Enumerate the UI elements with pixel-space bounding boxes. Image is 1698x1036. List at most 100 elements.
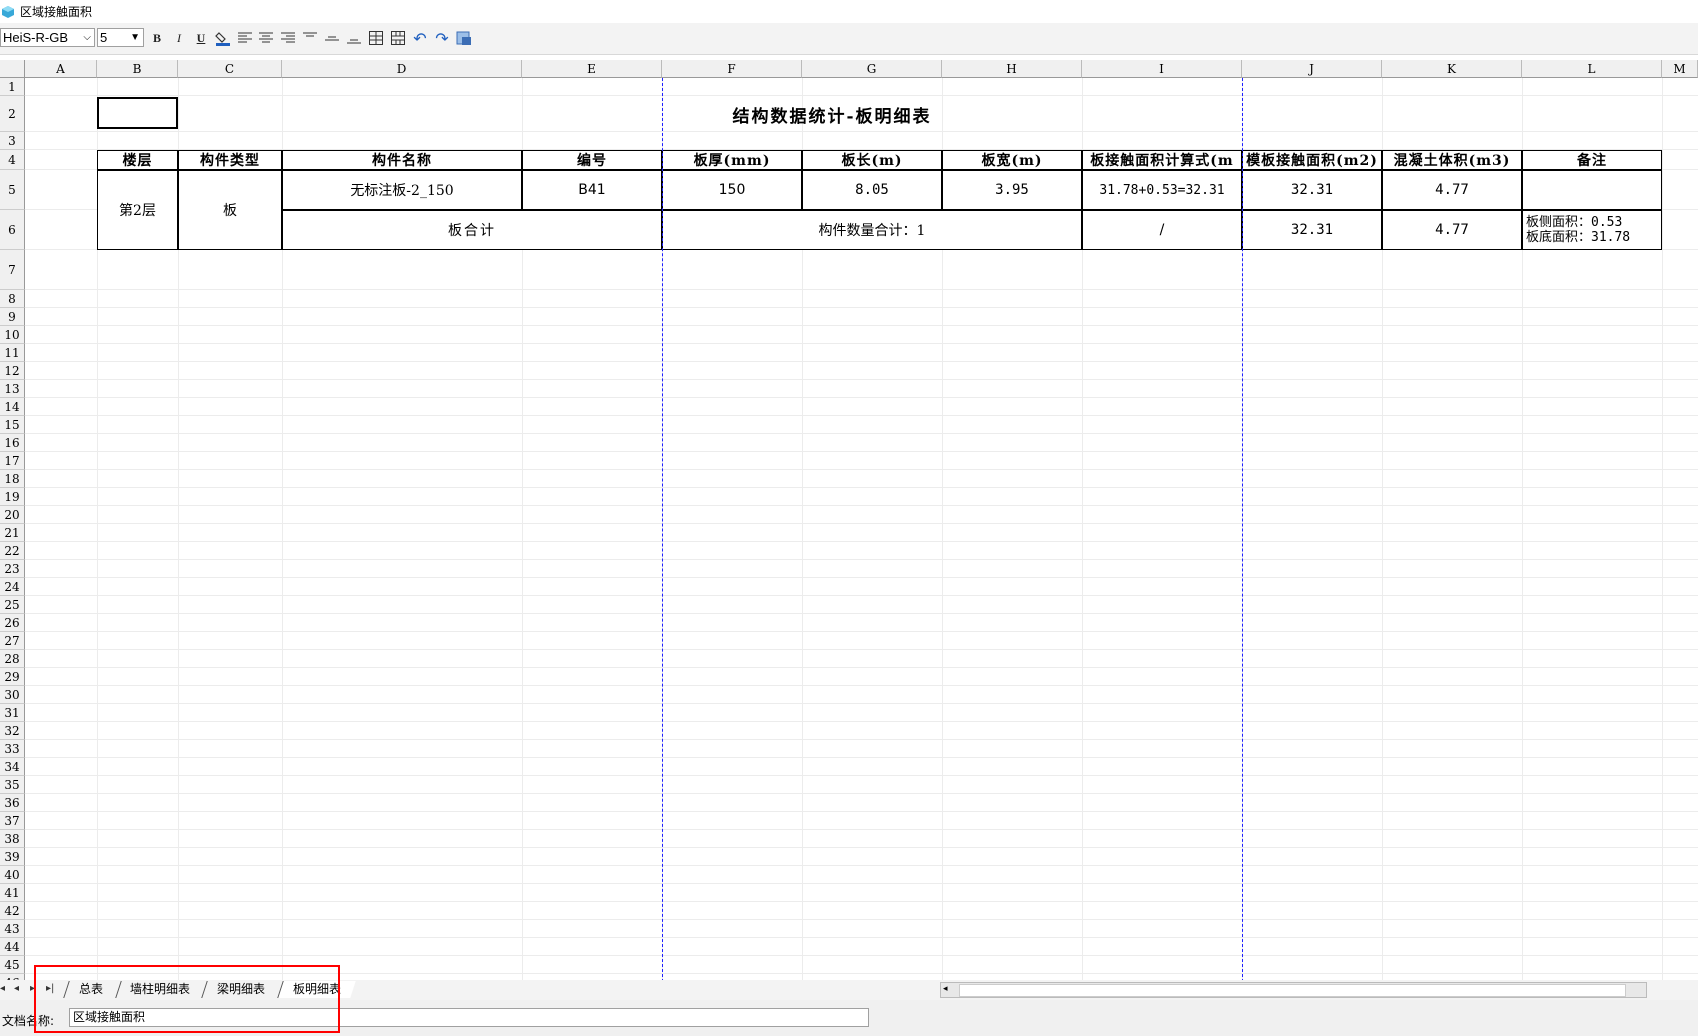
formula-cell[interactable]: 31.78+0.53=32.31 — [1082, 170, 1242, 210]
table-header-cell[interactable]: 模板接触面积(m2) — [1242, 150, 1382, 170]
column-header[interactable]: C — [178, 60, 282, 78]
area-cell[interactable]: 32.31 — [1242, 170, 1382, 210]
row-header[interactable]: 14 — [0, 398, 25, 416]
underline-button[interactable]: U — [192, 29, 210, 47]
tab-scroll-first-icon[interactable]: ◂ — [0, 983, 5, 994]
italic-button[interactable]: I — [170, 29, 188, 47]
row-header[interactable]: 32 — [0, 722, 25, 740]
table-header-cell[interactable]: 混凝土体积(m3) — [1382, 150, 1522, 170]
align-middle-button[interactable] — [323, 29, 341, 47]
table-header-cell[interactable]: 备注 — [1522, 150, 1662, 170]
column-header[interactable]: L — [1522, 60, 1662, 78]
scroll-left-icon[interactable]: ◂ — [943, 984, 948, 994]
row-header[interactable]: 30 — [0, 686, 25, 704]
tab-scroll-prev-icon[interactable]: ◂ — [14, 983, 19, 994]
column-header[interactable]: M — [1662, 60, 1698, 78]
align-top-button[interactable] — [301, 29, 319, 47]
row-header[interactable]: 12 — [0, 362, 25, 380]
column-header[interactable]: A — [25, 60, 97, 78]
row-header[interactable]: 42 — [0, 902, 25, 920]
row-header[interactable]: 35 — [0, 776, 25, 794]
row-header[interactable]: 22 — [0, 542, 25, 560]
horizontal-scrollbar[interactable]: ◂ — [940, 982, 1647, 998]
row-header[interactable]: 13 — [0, 380, 25, 398]
align-center-button[interactable] — [257, 29, 275, 47]
row-header[interactable]: 8 — [0, 290, 25, 308]
table-header-cell[interactable]: 编号 — [522, 150, 662, 170]
scrollbar-thumb[interactable] — [959, 984, 1626, 997]
column-header[interactable]: E — [522, 60, 662, 78]
row-header[interactable]: 34 — [0, 758, 25, 776]
row-header[interactable]: 11 — [0, 344, 25, 362]
row-header[interactable]: 40 — [0, 866, 25, 884]
column-header[interactable]: D — [282, 60, 522, 78]
row-header[interactable]: 20 — [0, 506, 25, 524]
table-header-cell[interactable]: 板厚(mm) — [662, 150, 802, 170]
subtotal-area-cell[interactable]: 32.31 — [1242, 210, 1382, 250]
row-header[interactable]: 25 — [0, 596, 25, 614]
font-size-select[interactable]: 5 ▼ — [97, 28, 144, 47]
row-header[interactable]: 43 — [0, 920, 25, 938]
remark-cell[interactable] — [1522, 170, 1662, 210]
row-header[interactable]: 39 — [0, 848, 25, 866]
component-count-cell[interactable]: 构件数量合计：1 — [662, 210, 1082, 250]
row-header[interactable]: 9 — [0, 308, 25, 326]
merge-cells-button[interactable] — [389, 29, 407, 47]
code-cell[interactable]: B41 — [522, 170, 662, 210]
table-header-cell[interactable]: 楼层 — [97, 150, 178, 170]
floor-cell[interactable]: 第2层 — [97, 170, 178, 250]
row-header[interactable]: 29 — [0, 668, 25, 686]
borders-button[interactable] — [367, 29, 385, 47]
row-header[interactable]: 15 — [0, 416, 25, 434]
component-type-cell[interactable]: 板 — [178, 170, 282, 250]
thickness-cell[interactable]: 150 — [662, 170, 802, 210]
align-left-button[interactable] — [236, 29, 254, 47]
row-header[interactable]: 5 — [0, 170, 25, 210]
subtotal-label-cell[interactable]: 板合计 — [282, 210, 662, 250]
width-cell[interactable]: 3.95 — [942, 170, 1082, 210]
table-header-cell[interactable]: 板长(m) — [802, 150, 942, 170]
row-header[interactable]: 17 — [0, 452, 25, 470]
component-name-cell[interactable]: 无标注板-2_150 — [282, 170, 522, 210]
row-header[interactable]: 6 — [0, 210, 25, 250]
volume-cell[interactable]: 4.77 — [1382, 170, 1522, 210]
column-header[interactable]: I — [1082, 60, 1242, 78]
column-header[interactable]: J — [1242, 60, 1382, 78]
row-header[interactable]: 3 — [0, 132, 25, 150]
row-header[interactable]: 16 — [0, 434, 25, 452]
fill-color-button[interactable] — [214, 29, 232, 47]
row-header[interactable]: 26 — [0, 614, 25, 632]
undo-icon[interactable]: ↶ — [411, 29, 429, 48]
subtotal-remark-cell[interactable]: 板侧面积：0.53 板底面积：31.78 — [1522, 210, 1662, 250]
row-header[interactable]: 44 — [0, 938, 25, 956]
row-header[interactable]: 28 — [0, 650, 25, 668]
row-header[interactable]: 18 — [0, 470, 25, 488]
column-header[interactable]: G — [802, 60, 942, 78]
row-header[interactable]: 4 — [0, 150, 25, 170]
column-header[interactable]: F — [662, 60, 802, 78]
column-header[interactable]: B — [97, 60, 178, 78]
row-header[interactable]: 2 — [0, 96, 25, 132]
table-header-cell[interactable]: 构件类型 — [178, 150, 282, 170]
row-header[interactable]: 45 — [0, 956, 25, 974]
table-header-cell[interactable]: 板接触面积计算式(m — [1082, 150, 1242, 170]
row-header[interactable]: 23 — [0, 560, 25, 578]
row-header[interactable]: 1 — [0, 78, 25, 96]
bold-button[interactable]: B — [148, 29, 166, 47]
spreadsheet-grid[interactable]: A B C D E F G H I J K L M 1 2 3 4 5 6 7 8 9 10 11 12 13 14 15 16 17 18… — [0, 60, 1698, 980]
row-header[interactable]: 19 — [0, 488, 25, 506]
align-right-button[interactable] — [279, 29, 297, 47]
row-header[interactable]: 36 — [0, 794, 25, 812]
row-header[interactable]: 21 — [0, 524, 25, 542]
row-header[interactable]: 38 — [0, 830, 25, 848]
table-header-cell[interactable]: 构件名称 — [282, 150, 522, 170]
row-header[interactable]: 27 — [0, 632, 25, 650]
row-header[interactable]: 33 — [0, 740, 25, 758]
table-header-cell[interactable]: 板宽(m) — [942, 150, 1082, 170]
column-header[interactable]: H — [942, 60, 1082, 78]
redo-icon[interactable]: ↷ — [433, 29, 451, 48]
subtotal-formula-cell[interactable]: / — [1082, 210, 1242, 250]
row-header[interactable]: 41 — [0, 884, 25, 902]
subtotal-volume-cell[interactable]: 4.77 — [1382, 210, 1522, 250]
row-header[interactable]: 31 — [0, 704, 25, 722]
